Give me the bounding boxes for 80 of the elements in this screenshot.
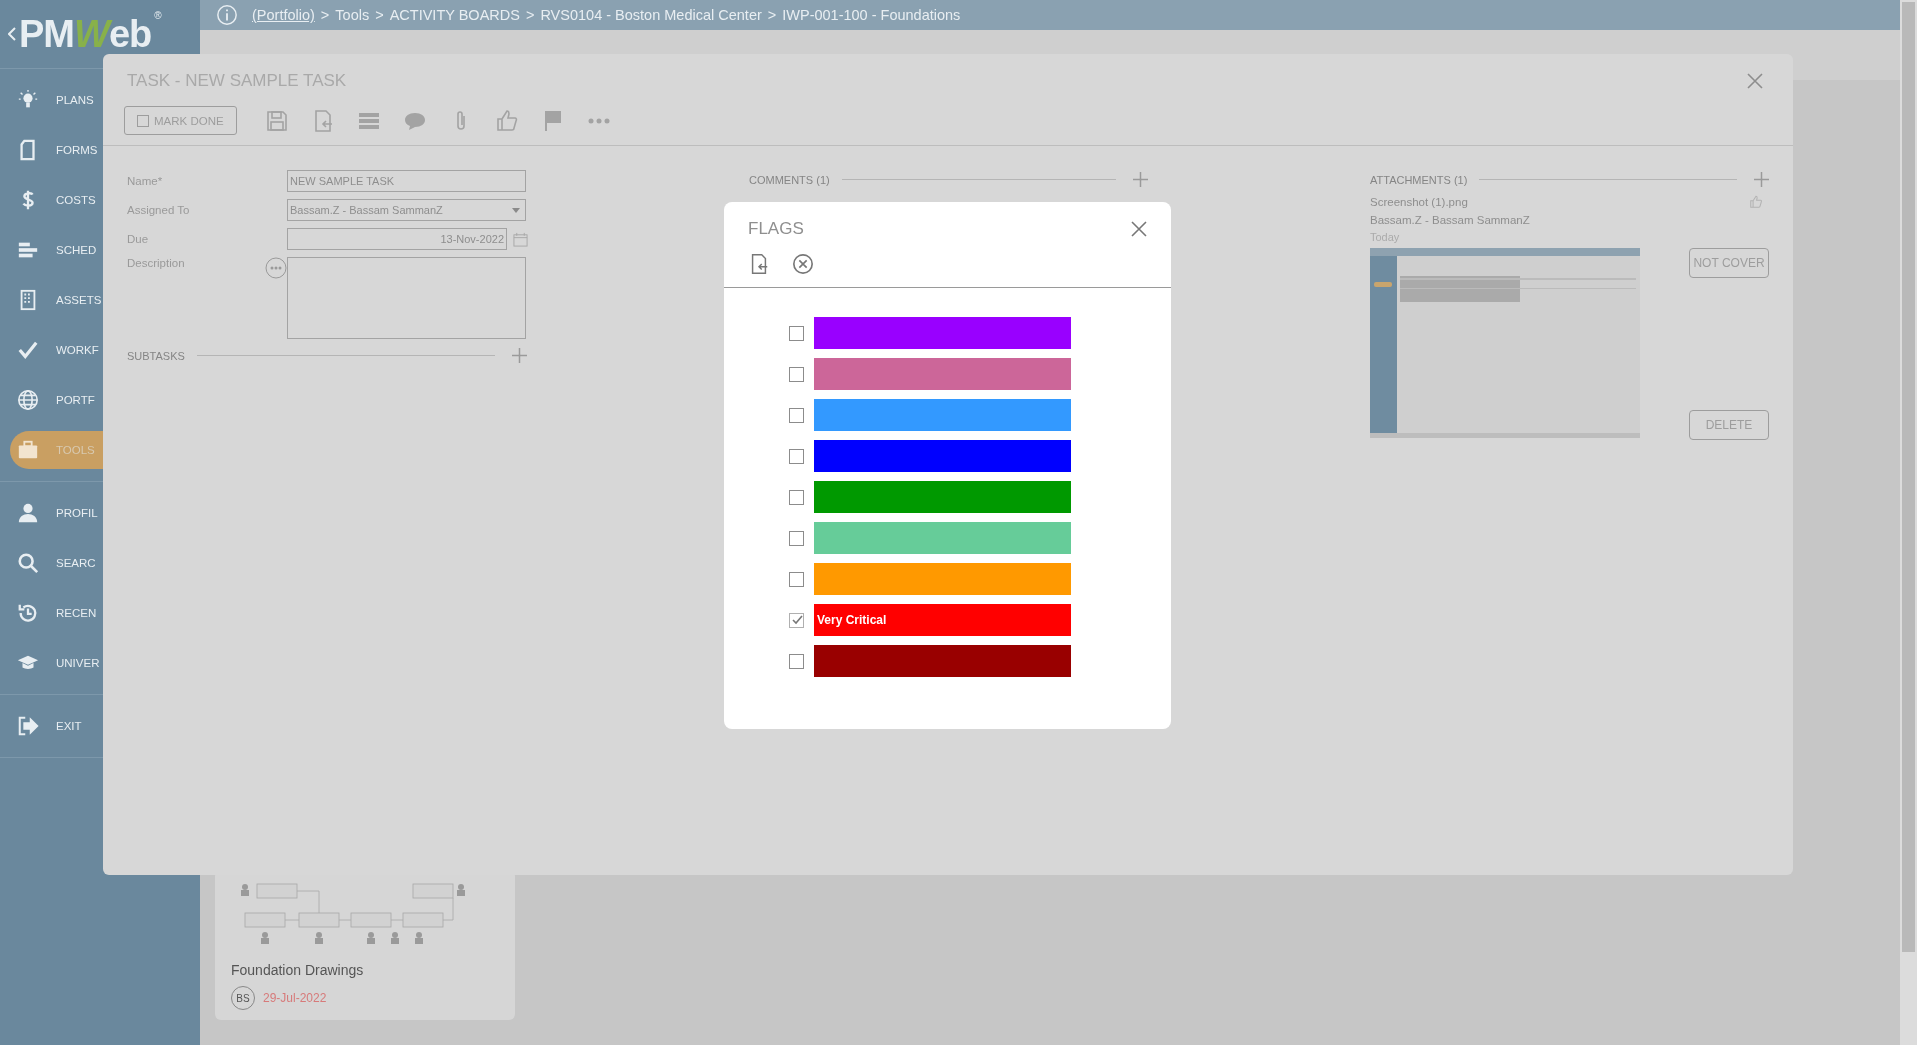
close-icon[interactable] <box>1747 73 1763 89</box>
checkbox[interactable] <box>789 407 804 423</box>
sidebar-item[interactable]: EXIT <box>0 701 200 751</box>
checkbox[interactable] <box>789 448 804 464</box>
delete-button[interactable]: DELETE <box>1689 410 1769 440</box>
checkbox[interactable] <box>137 114 149 127</box>
checkbox[interactable] <box>789 530 804 546</box>
breadcrumb-separator: > <box>320 7 330 23</box>
breadcrumb-separator: > <box>525 7 535 23</box>
sidebar-item[interactable]: SEARC <box>0 538 200 588</box>
history-icon <box>17 602 39 624</box>
breadcrumb-link[interactable]: (Portfolio) <box>252 7 315 23</box>
assignee-dropdown[interactable]: Bassam.Z - Bassam SammanZ <box>287 199 526 221</box>
sidebar-item[interactable]: PORTF <box>0 375 200 425</box>
globe-icon <box>17 389 39 411</box>
field-label: Due <box>127 233 150 245</box>
close-icon[interactable] <box>1131 221 1147 237</box>
screenshot-thumbnail[interactable] <box>1370 248 1640 438</box>
field-label: Assigned To <box>127 204 191 216</box>
file-name[interactable]: Screenshot (1).png <box>1370 196 1468 208</box>
search-icon <box>17 552 39 574</box>
checkbox[interactable] <box>789 325 804 341</box>
briefcase-icon <box>17 439 39 461</box>
not-cover-button[interactable]: NOT COVER <box>1689 248 1769 278</box>
scrollbar[interactable] <box>1900 0 1917 1045</box>
exit-icon <box>17 715 39 737</box>
mark-done-button[interactable]: MARK DONE <box>124 106 237 135</box>
info-icon[interactable] <box>216 4 238 26</box>
flag-color-bar[interactable] <box>814 399 1071 431</box>
sidebar-item[interactable]: ASSETS <box>0 275 200 325</box>
dropdown-arrow-icon[interactable] <box>512 207 520 213</box>
checkbox[interactable] <box>789 653 804 669</box>
breadcrumb-item[interactable]: RVS0104 - Boston Medical Center <box>540 7 762 23</box>
checkbox[interactable] <box>789 366 804 382</box>
thumbs-up-icon[interactable] <box>494 108 519 133</box>
sidebar-item[interactable]: RECEN <box>0 588 200 638</box>
flag-color-bar[interactable] <box>814 358 1071 390</box>
flag-color-bar[interactable] <box>814 522 1071 554</box>
due-date: 29-Jul-2022 <box>263 991 327 1005</box>
breadcrumb-item[interactable]: ACTIVITY BOARDS <box>389 7 520 23</box>
due-date-field[interactable]: 13-Nov-2022 <box>287 228 507 250</box>
sidebar-item[interactable]: PROFIL <box>0 488 200 538</box>
sidebar-item[interactable]: UNIVER <box>0 638 200 688</box>
description-field[interactable] <box>287 257 526 339</box>
checkmark-icon <box>17 339 39 361</box>
flag-color-bar[interactable] <box>814 645 1071 677</box>
flag-color-bar[interactable] <box>814 440 1071 472</box>
back-chevron-icon[interactable] <box>8 27 16 41</box>
section-title: COMMENTS (1) <box>749 173 830 186</box>
checkbox[interactable] <box>789 612 804 628</box>
scrollbar-thumb[interactable] <box>1902 2 1915 952</box>
flag-color-bar[interactable] <box>814 481 1071 513</box>
name-field[interactable]: NEW SAMPLE TASK <box>287 170 526 192</box>
checkbox[interactable] <box>789 571 804 587</box>
checkbox[interactable] <box>789 489 804 505</box>
uploader-name: Bassam.Z - Bassam SammanZ <box>1370 214 1531 226</box>
cancel-icon[interactable] <box>792 253 814 275</box>
flag-color-bar[interactable] <box>814 317 1071 349</box>
breadcrumb-separator: > <box>767 7 777 23</box>
person-icon <box>17 502 39 524</box>
add-icon[interactable] <box>1133 172 1148 187</box>
registered-mark: ® <box>154 10 162 21</box>
flag-color-bar[interactable] <box>814 563 1071 595</box>
thumbs-up-icon[interactable] <box>1749 195 1763 209</box>
card-title: Foundation Drawings <box>231 962 365 978</box>
breadcrumb-separator: > <box>375 7 384 23</box>
save-icon[interactable] <box>264 108 289 133</box>
calendar-icon[interactable] <box>513 231 528 247</box>
section-title: SUBTASKS <box>127 349 185 362</box>
breadcrumb-item[interactable]: IWP-001-100 - Foundations <box>782 7 961 23</box>
breadcrumb-item[interactable]: Tools <box>335 7 370 23</box>
dialog-title: FLAGS <box>748 219 804 239</box>
field-label: Name* <box>127 175 164 187</box>
flag-color-bar[interactable]: Very Critical <box>814 604 1071 636</box>
field-label: Description <box>127 257 186 269</box>
more-options-icon[interactable] <box>265 257 287 279</box>
logo: PMWeb <box>19 12 152 56</box>
section-title: ATTACHMENTS (1) <box>1370 173 1468 186</box>
add-icon[interactable] <box>512 348 527 363</box>
add-icon[interactable] <box>1754 172 1769 187</box>
